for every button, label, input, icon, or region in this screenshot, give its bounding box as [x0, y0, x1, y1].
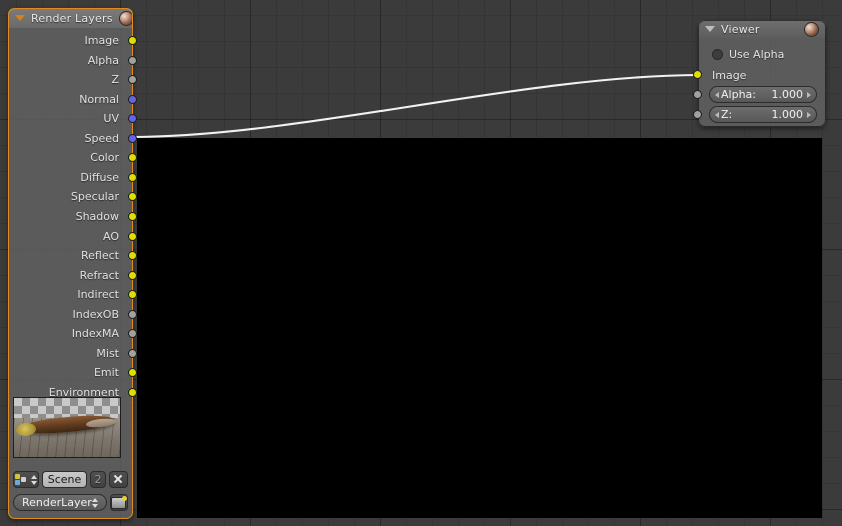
output-label-alpha: Alpha [87, 53, 119, 67]
render-layers-node[interactable]: Render Layers Image Alpha Z Normal UV Speed Co… [8, 8, 137, 519]
socket-indexob[interactable] [128, 309, 137, 319]
output-label-reflect: Reflect [81, 249, 119, 263]
socket-image[interactable] [128, 36, 137, 45]
node-editor-window: Render Layers Image Alpha Z Normal UV Speed Co… [0, 0, 842, 526]
unlink-x-icon[interactable] [109, 471, 128, 488]
socket-refract[interactable] [128, 270, 137, 280]
socket-reflect[interactable] [128, 251, 137, 261]
output-label-indirect: Indirect [77, 288, 119, 302]
browse-scene-icon[interactable] [13, 471, 39, 488]
output-label-z: Z [111, 73, 119, 87]
output-label-indexob: IndexOB [72, 307, 120, 321]
output-label-normal: Normal [79, 92, 119, 106]
socket-z-input[interactable] [693, 110, 702, 119]
output-label-image: Image [84, 34, 119, 47]
increment-arrow-icon[interactable] [807, 91, 811, 98]
socket-ao[interactable] [128, 231, 137, 241]
viewer-input-label-image: Image [712, 69, 747, 82]
socket-speed[interactable] [128, 133, 137, 143]
render-layer-selector-row: RenderLayer [13, 494, 128, 511]
decrement-arrow-icon[interactable] [715, 111, 719, 118]
scene-selector-row: Scene 2 [13, 471, 128, 488]
output-label-speed: Speed [84, 131, 119, 145]
increment-arrow-icon[interactable] [807, 111, 811, 118]
render-layer-name: RenderLayer [22, 496, 92, 509]
updown-arrows-icon[interactable] [91, 497, 98, 508]
z-value-field[interactable]: Z: 1.000 [709, 106, 817, 123]
socket-shadow[interactable] [128, 211, 137, 221]
backdrop-render-image [137, 138, 822, 518]
output-label-color: Color [90, 151, 119, 165]
socket-mist[interactable] [128, 348, 137, 358]
z-value: 1.000 [771, 108, 804, 121]
scene-users-count[interactable]: 2 [90, 471, 106, 488]
output-label-indexma: IndexMA [71, 327, 119, 341]
render-layer-icon[interactable] [109, 494, 128, 511]
use-alpha-checkbox-row[interactable]: Use Alpha [712, 48, 784, 61]
alpha-label: Alpha: [721, 88, 756, 101]
output-label-shadow: Shadow [75, 209, 119, 223]
use-alpha-label: Use Alpha [729, 48, 785, 61]
render-preview-thumbnail[interactable] [13, 397, 121, 458]
decrement-arrow-icon[interactable] [715, 91, 719, 98]
output-label-specular: Specular [70, 190, 119, 204]
alpha-value: 1.000 [771, 88, 804, 101]
use-alpha-checkbox[interactable] [712, 49, 723, 60]
alpha-value-field[interactable]: Alpha: 1.000 [709, 86, 817, 103]
socket-normal[interactable] [128, 94, 137, 104]
output-label-diffuse: Diffuse [80, 170, 119, 184]
scene-name-field[interactable]: Scene [42, 471, 87, 488]
output-label-emit: Emit [93, 366, 119, 380]
output-label-ao: AO [103, 229, 119, 243]
output-label-refract: Refract [79, 268, 119, 282]
viewer-node[interactable]: Viewer Use Alpha Image Alpha: 1.000 Z: 1… [693, 20, 826, 127]
socket-environment[interactable] [128, 387, 137, 397]
socket-alpha[interactable] [128, 55, 137, 65]
z-label: Z: [721, 108, 733, 121]
socket-image-input[interactable] [693, 70, 702, 79]
output-label-uv: UV [103, 112, 119, 126]
output-label-mist: Mist [96, 346, 119, 360]
render-layer-dropdown[interactable]: RenderLayer [13, 494, 107, 511]
socket-alpha-input[interactable] [693, 90, 702, 99]
socket-diffuse[interactable] [128, 172, 137, 182]
